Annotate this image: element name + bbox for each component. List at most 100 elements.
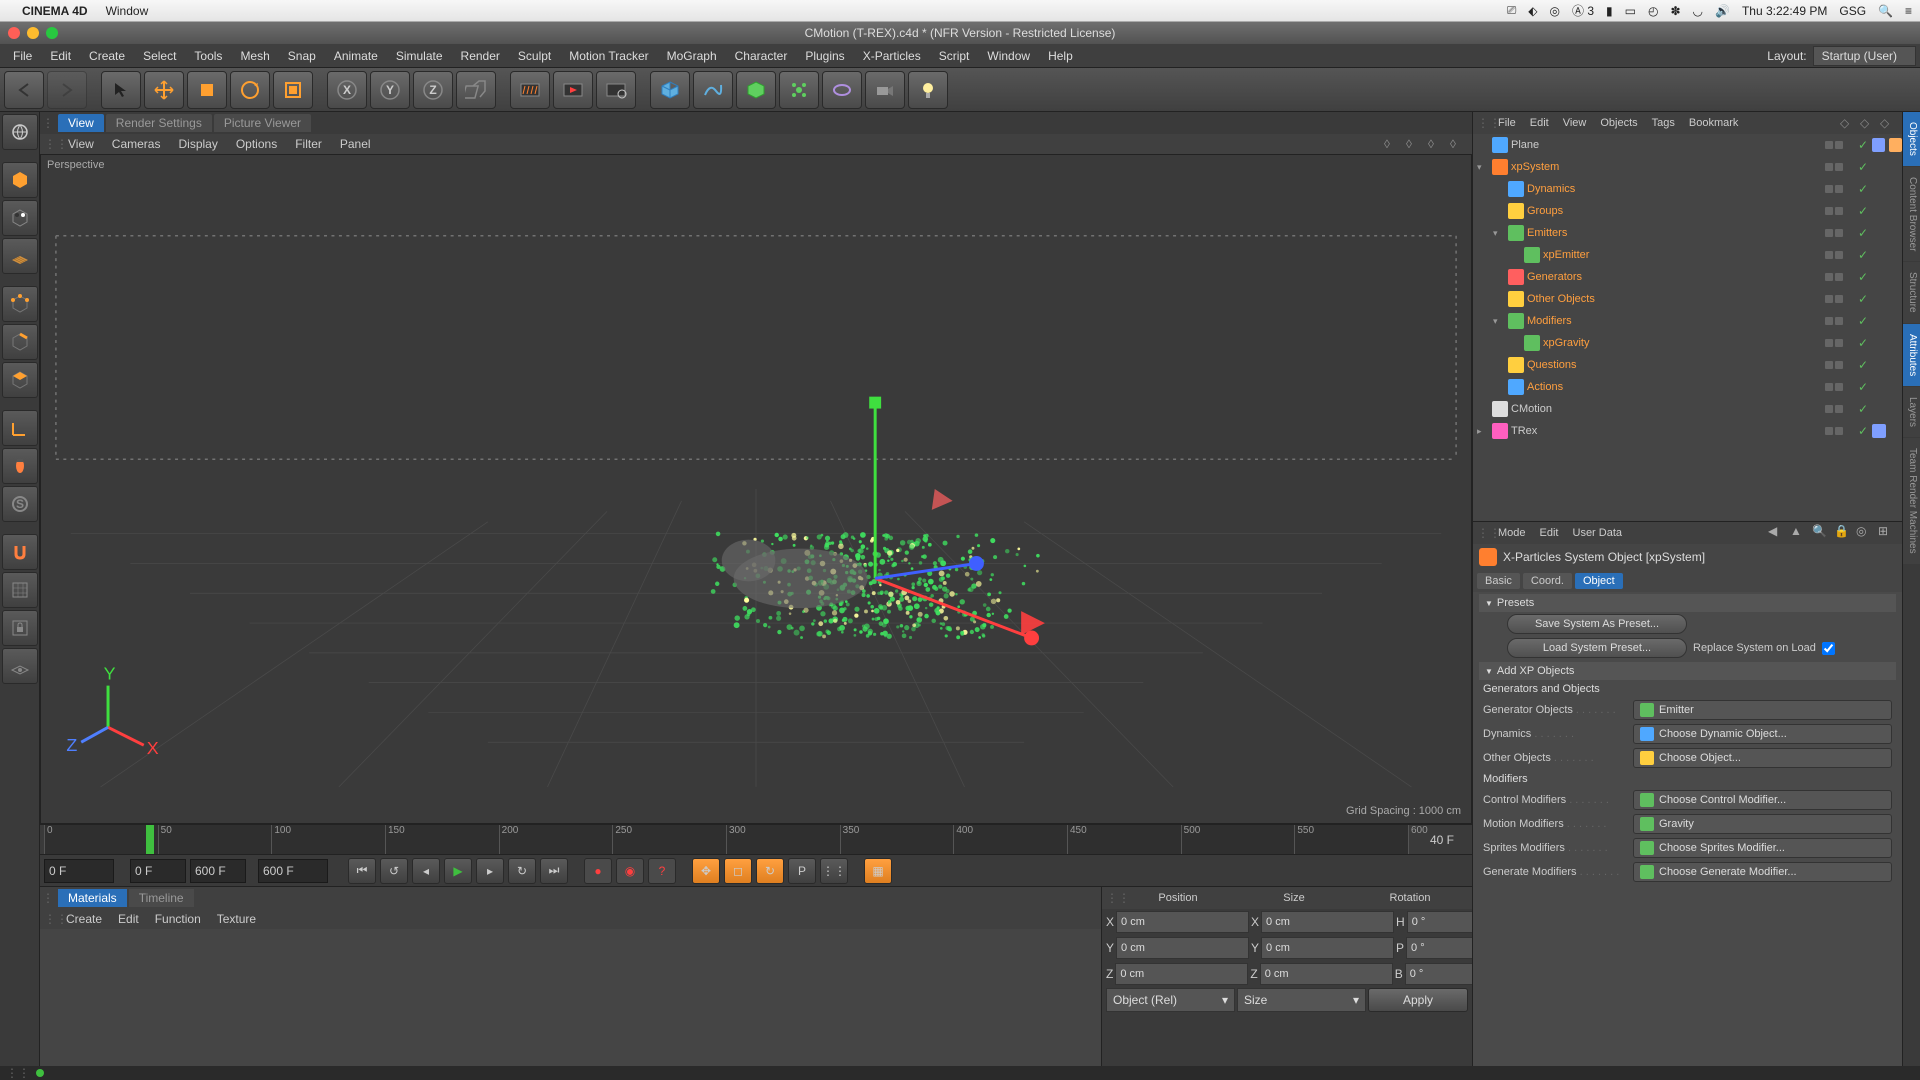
size-x-input[interactable]: [1261, 911, 1394, 933]
texture-mode-button[interactable]: [2, 200, 38, 236]
spotlight-icon[interactable]: 🔍: [1878, 4, 1893, 18]
side-tab-layers[interactable]: Layers: [1903, 387, 1920, 437]
range-start-input[interactable]: [130, 859, 186, 883]
side-tab-attributes[interactable]: Attributes: [1903, 324, 1920, 386]
planar-workplane-button[interactable]: [2, 648, 38, 684]
menubar-icon[interactable]: ✽: [1670, 4, 1680, 18]
object-cmotion[interactable]: CMotion ✓: [1473, 398, 1902, 420]
object-other objects[interactable]: Other Objects ✓: [1473, 288, 1902, 310]
materials-menu-edit[interactable]: Edit: [110, 912, 147, 926]
tab-render-settings[interactable]: Render Settings: [106, 114, 212, 132]
viewport-menu-display[interactable]: Display: [170, 137, 225, 151]
range-end-input[interactable]: [190, 859, 246, 883]
apply-button[interactable]: Apply: [1368, 988, 1468, 1012]
menu-render[interactable]: Render: [452, 44, 509, 68]
z-axis-lock[interactable]: Z: [413, 71, 453, 109]
size-mode-dropdown[interactable]: Size▾: [1237, 988, 1366, 1012]
prev-frame-button[interactable]: ◂: [412, 858, 440, 884]
menu-script[interactable]: Script: [930, 44, 979, 68]
object-questions[interactable]: Questions ✓: [1473, 354, 1902, 376]
om-menu-tags[interactable]: Tags: [1645, 117, 1682, 129]
layout-dropdown[interactable]: Startup (User): [1813, 46, 1916, 66]
attr-nav-2[interactable]: 🔍: [1812, 524, 1830, 542]
x-axis-lock[interactable]: X: [327, 71, 367, 109]
menu-create[interactable]: Create: [80, 44, 134, 68]
menu-help[interactable]: Help: [1039, 44, 1082, 68]
side-tab-objects[interactable]: Objects: [1903, 112, 1920, 166]
scale-key-button[interactable]: ◻: [724, 858, 752, 884]
attr-tab-coord[interactable]: Coord.: [1523, 573, 1572, 589]
dynamics-dropdown[interactable]: Choose Dynamic Object...: [1633, 724, 1892, 744]
size-y-input[interactable]: [1261, 937, 1394, 959]
timeline[interactable]: 050100150200250300350400450500550600 40 …: [40, 824, 1472, 854]
menu-x-particles[interactable]: X-Particles: [854, 44, 930, 68]
object-actions[interactable]: Actions ✓: [1473, 376, 1902, 398]
notifications-icon[interactable]: ≡: [1905, 4, 1912, 18]
volume-icon[interactable]: 🔊: [1715, 4, 1730, 18]
menu-mesh[interactable]: Mesh: [231, 44, 278, 68]
pos-key-button[interactable]: ✥: [692, 858, 720, 884]
attr-menu-edit[interactable]: Edit: [1533, 527, 1566, 539]
generator-objects-dropdown[interactable]: Emitter: [1633, 700, 1892, 720]
move-tool[interactable]: [144, 71, 184, 109]
viewport-menu-options[interactable]: Options: [228, 137, 285, 151]
attr-menu-user-data[interactable]: User Data: [1566, 527, 1630, 539]
rotate-tool[interactable]: [230, 71, 270, 109]
playhead[interactable]: [146, 825, 154, 854]
object-dynamics[interactable]: Dynamics ✓: [1473, 178, 1902, 200]
user[interactable]: GSG: [1839, 4, 1866, 18]
om-menu-bookmark[interactable]: Bookmark: [1682, 117, 1746, 129]
search-icon[interactable]: ◇: [1840, 116, 1856, 130]
make-editable-button[interactable]: [2, 114, 38, 150]
mac-menu-window[interactable]: Window: [106, 4, 149, 18]
workplane-button[interactable]: [2, 238, 38, 274]
viewport-solo-button[interactable]: S: [2, 486, 38, 522]
undo-button[interactable]: [4, 71, 44, 109]
axis-tool-button[interactable]: [2, 410, 38, 446]
viewport-menu-cameras[interactable]: Cameras: [104, 137, 169, 151]
coord-system[interactable]: [456, 71, 496, 109]
goto-next-key-button[interactable]: ↻: [508, 858, 536, 884]
light-button[interactable]: [908, 71, 948, 109]
coord-mode-dropdown[interactable]: Object (Rel)▾: [1106, 988, 1235, 1012]
viewport[interactable]: Perspective: [40, 154, 1472, 824]
side-tab-team-render-machines[interactable]: Team Render Machines: [1903, 438, 1920, 564]
edge-mode-button[interactable]: [2, 324, 38, 360]
pos-z-input[interactable]: [1115, 963, 1248, 985]
menu-tools[interactable]: Tools: [185, 44, 231, 68]
menubar-icon[interactable]: ⎚: [1507, 3, 1517, 18]
y-axis-lock[interactable]: Y: [370, 71, 410, 109]
tab-materials[interactable]: Materials: [58, 889, 127, 907]
render-view-button[interactable]: [510, 71, 550, 109]
sprites-modifiers-dropdown[interactable]: Choose Sprites Modifier...: [1633, 838, 1892, 858]
tab-view[interactable]: View: [58, 114, 104, 132]
snap-button[interactable]: [2, 534, 38, 570]
materials-menu-create[interactable]: Create: [58, 912, 110, 926]
render-settings-button[interactable]: [596, 71, 636, 109]
redo-button[interactable]: [47, 71, 87, 109]
object-xpsystem[interactable]: ▾ xpSystem ✓: [1473, 156, 1902, 178]
attr-nav-1[interactable]: ▲: [1790, 524, 1808, 542]
menu-window[interactable]: Window: [978, 44, 1039, 68]
goto-start-button[interactable]: ⏮: [348, 858, 376, 884]
object-tree[interactable]: Plane ✓ ▾ xpSystem ✓ Dynamics ✓ Groups ✓…: [1473, 134, 1902, 521]
enable-axis-button[interactable]: [2, 448, 38, 484]
next-frame-button[interactable]: ▸: [476, 858, 504, 884]
generate-modifiers-dropdown[interactable]: Choose Generate Modifier...: [1633, 862, 1892, 882]
point-mode-button[interactable]: [2, 286, 38, 322]
menu-select[interactable]: Select: [134, 44, 185, 68]
motion-modifiers-dropdown[interactable]: Gravity: [1633, 814, 1892, 834]
side-tab-structure[interactable]: Structure: [1903, 262, 1920, 323]
add-xp-section[interactable]: Add XP Objects: [1479, 662, 1896, 680]
goto-prev-key-button[interactable]: ↺: [380, 858, 408, 884]
eye-icon[interactable]: ◇: [1880, 116, 1896, 130]
render-pv-button[interactable]: [553, 71, 593, 109]
viewport-menu-filter[interactable]: Filter: [287, 137, 330, 151]
attr-nav-3[interactable]: 🔒: [1834, 524, 1852, 542]
viewport-menu-view[interactable]: View: [60, 137, 102, 151]
menu-character[interactable]: Character: [726, 44, 797, 68]
locked-workplane-button[interactable]: [2, 610, 38, 646]
object-modifiers[interactable]: ▾ Modifiers ✓: [1473, 310, 1902, 332]
load-preset-button[interactable]: Load System Preset...: [1507, 638, 1687, 658]
menu-simulate[interactable]: Simulate: [387, 44, 452, 68]
